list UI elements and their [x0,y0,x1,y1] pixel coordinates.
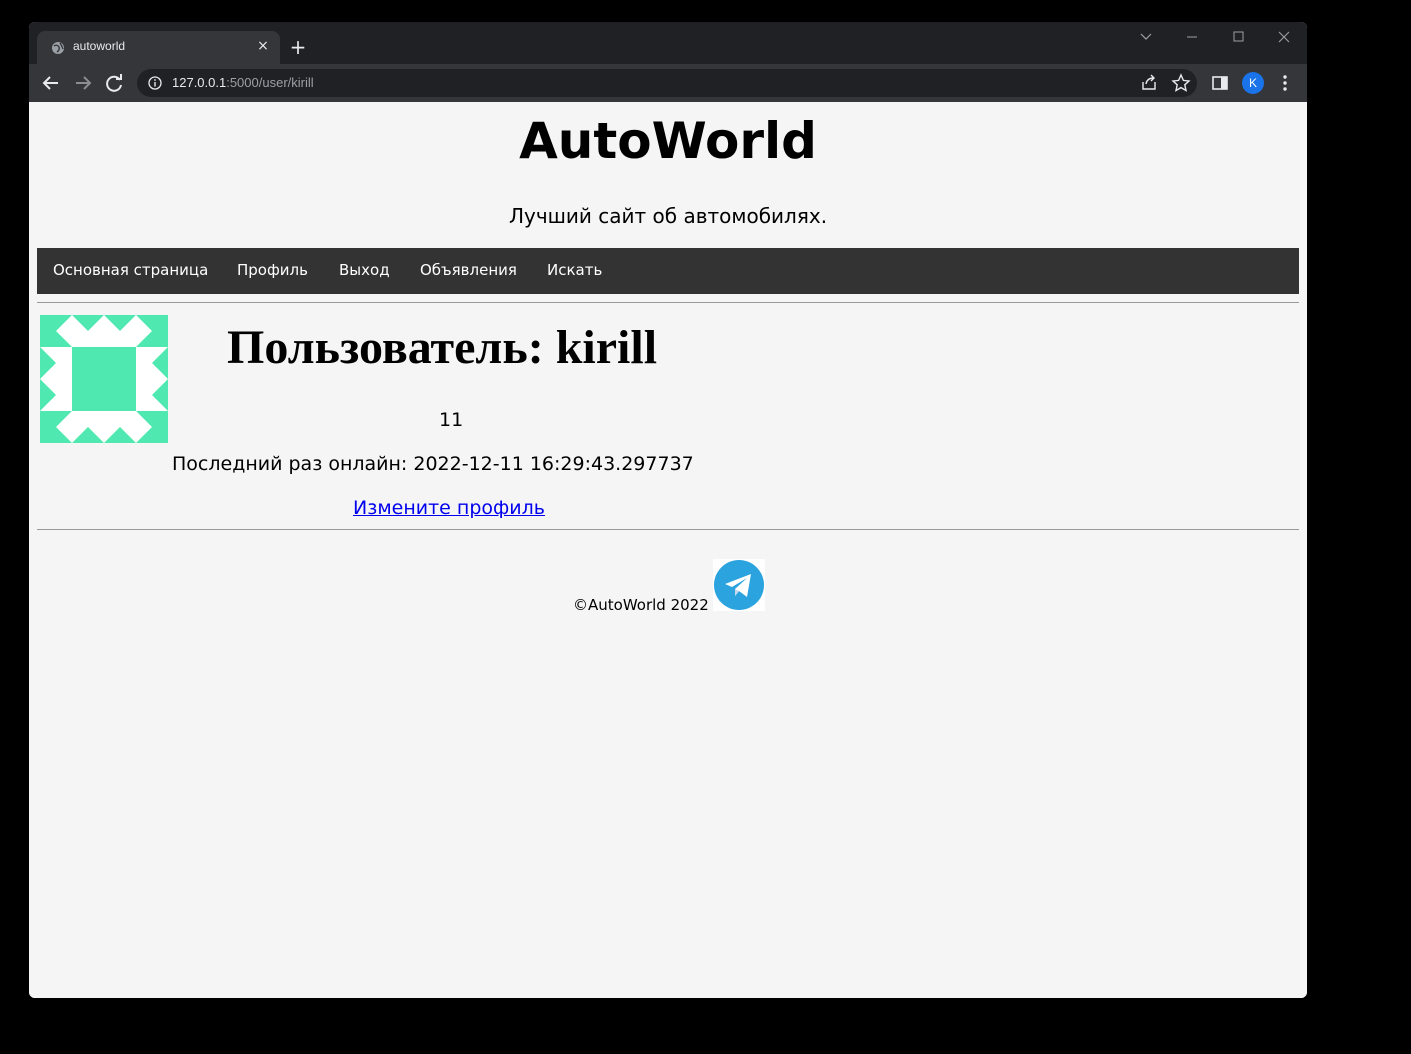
tab-strip: autoworld × + [29,22,1307,64]
page-content: AutoWorld Лучший сайт об автомобилях. Ос… [29,102,1307,998]
reload-icon[interactable] [103,72,127,94]
tab-close-icon[interactable]: × [254,37,272,55]
user-identicon [40,315,168,443]
minimize-icon[interactable] [1180,28,1204,46]
browser-window: autoworld × + 127.0.0.1:5000/user/kirill… [29,22,1307,998]
address-bar[interactable]: 127.0.0.1:5000/user/kirill [137,69,1197,97]
main-navbar: Основная страница Профиль Выход Объявлен… [37,248,1299,294]
forward-arrow-icon[interactable] [71,72,95,94]
url-path: :5000/user/kirill [226,75,314,90]
browser-tab[interactable]: autoworld × [37,31,280,64]
nav-link-home[interactable]: Основная страница [53,261,208,279]
browser-toolbar: 127.0.0.1:5000/user/kirill K [29,64,1307,102]
site-title: AutoWorld [519,112,817,170]
more-menu-icon[interactable] [1275,73,1295,93]
close-window-icon[interactable] [1272,28,1296,46]
side-panel-icon[interactable] [1210,73,1230,93]
edit-profile-link[interactable]: Измените профиль [353,497,545,519]
divider-bottom [37,529,1299,530]
telegram-icon[interactable] [713,559,765,611]
back-arrow-icon[interactable] [39,72,63,94]
footer-copyright: ©AutoWorld 2022 [573,596,709,614]
nav-link-profile[interactable]: Профиль [237,261,308,279]
site-info-icon[interactable] [148,76,162,90]
share-icon[interactable] [1139,73,1159,93]
site-tagline: Лучший сайт об автомобилях. [508,204,828,228]
new-tab-button[interactable]: + [287,36,309,58]
last-seen-text: Последний раз онлайн: 2022-12-11 16:29:4… [172,453,694,475]
url-host: 127.0.0.1 [172,75,227,90]
tab-title: autoworld [73,39,126,53]
tab-search-icon[interactable] [1134,28,1158,46]
nav-link-listings[interactable]: Объявления [420,261,517,279]
url-text[interactable]: 127.0.0.1:5000/user/kirill [172,75,314,90]
maximize-icon[interactable] [1226,28,1250,46]
globe-icon [52,42,64,54]
nav-link-logout[interactable]: Выход [339,261,390,279]
nav-link-search[interactable]: Искать [547,261,602,279]
bookmark-star-icon[interactable] [1171,73,1191,93]
user-count: 11 [439,409,464,431]
divider-top [37,302,1299,303]
user-heading: Пользователь: kirill [227,321,658,374]
profile-avatar[interactable]: K [1242,72,1264,94]
